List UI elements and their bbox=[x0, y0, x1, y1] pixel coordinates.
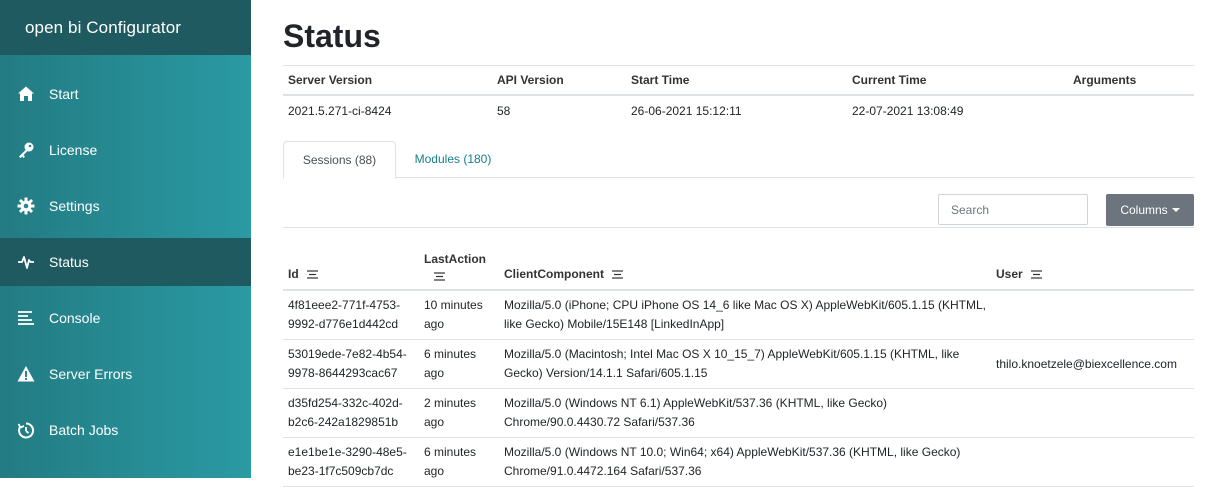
column-header-lastaction: LastAction bbox=[419, 227, 499, 291]
arguments-value bbox=[1068, 95, 1194, 126]
column-header-arguments: Arguments bbox=[1068, 65, 1194, 96]
table-row[interactable]: d35fd254-332c-402d-b2c6-242a1829851b 2 m… bbox=[283, 388, 1194, 438]
sidebar-item-settings[interactable]: Settings bbox=[0, 182, 251, 230]
page-title: Status bbox=[283, 18, 381, 54]
sidebar-item-console[interactable]: Console bbox=[0, 294, 251, 342]
warning-icon bbox=[17, 365, 35, 383]
sidebar-item-label: Batch Jobs bbox=[49, 422, 119, 438]
server-info-header-row: Server Version API Version Start Time Cu… bbox=[283, 65, 1194, 96]
sidebar: open bi Configurator Start License Setti… bbox=[0, 0, 251, 478]
table-row[interactable]: 4f81eee2-771f-4753-9992-d776e1d442cd 10 … bbox=[283, 290, 1194, 340]
column-header-start-time: Start Time bbox=[626, 65, 847, 96]
server-version-value: 2021.5.271-ci-8424 bbox=[288, 104, 392, 118]
start-time-value: 26-06-2021 15:12:11 bbox=[631, 104, 742, 118]
column-header-api-version: API Version bbox=[492, 65, 626, 96]
columns-dropdown-button[interactable]: Columns bbox=[1106, 194, 1194, 226]
sidebar-item-more[interactable] bbox=[0, 462, 251, 478]
session-client-component: Mozilla/5.0 (Windows NT 10.0; Win64; x64… bbox=[499, 437, 991, 487]
column-header-user: User bbox=[991, 227, 1194, 291]
session-client-component: Mozilla/5.0 (Windows NT 6.1) AppleWebKit… bbox=[499, 388, 991, 438]
column-header-label: ClientComponent bbox=[504, 267, 604, 281]
column-menu-icon[interactable] bbox=[434, 272, 445, 281]
session-client-component: Mozilla/5.0 (iPhone; CPU iPhone OS 14_6 … bbox=[499, 290, 991, 340]
session-user bbox=[991, 388, 1194, 438]
column-header-current-time: Current Time bbox=[847, 65, 1068, 96]
app-title: open bi Configurator bbox=[0, 0, 251, 55]
api-version-value: 58 bbox=[497, 104, 511, 118]
sidebar-item-batch-jobs[interactable]: Batch Jobs bbox=[0, 406, 251, 454]
session-id: e1e1be1e-3290-48e5-be23-1f7c509cb7dc bbox=[283, 437, 419, 487]
sidebar-item-label: Server Errors bbox=[49, 366, 133, 382]
column-header-label: LastAction bbox=[424, 252, 487, 266]
session-last-action: 10 minutes ago bbox=[419, 290, 499, 340]
session-last-action: 6 minutes ago bbox=[419, 437, 499, 487]
session-client-component: Mozilla/5.0 (Macintosh; Intel Mac OS X 1… bbox=[499, 339, 991, 389]
caret-down-icon bbox=[1171, 208, 1180, 212]
sidebar-item-label: Console bbox=[49, 310, 101, 326]
column-header-server-version: Server Version bbox=[283, 65, 492, 96]
tab-bar: Sessions (88) Modules (180) bbox=[283, 141, 1194, 179]
column-header-clientcomponent: ClientComponent bbox=[499, 227, 991, 291]
main-content: Status Server Version API Version Start … bbox=[251, 0, 1213, 487]
sidebar-item-server-errors[interactable]: Server Errors bbox=[0, 350, 251, 398]
session-last-action: 6 minutes ago bbox=[419, 339, 499, 389]
columns-button-label: Columns bbox=[1120, 203, 1168, 217]
table-row[interactable]: e1e1be1e-3290-48e5-be23-1f7c509cb7dc 6 m… bbox=[283, 437, 1194, 487]
server-info-table: Server Version API Version Start Time Cu… bbox=[283, 65, 1194, 126]
sidebar-item-license[interactable]: License bbox=[0, 126, 251, 174]
column-menu-icon[interactable] bbox=[612, 270, 623, 279]
session-id: d35fd254-332c-402d-b2c6-242a1829851b bbox=[283, 388, 419, 438]
sidebar-item-label: Status bbox=[49, 254, 89, 270]
sidebar-item-label: Start bbox=[49, 86, 79, 102]
session-user bbox=[991, 290, 1194, 340]
home-icon bbox=[17, 85, 35, 103]
session-id: 4f81eee2-771f-4753-9992-d776e1d442cd bbox=[283, 290, 419, 340]
sessions-header-row: Id LastAction ClientComponent User bbox=[283, 227, 1194, 291]
tab-modules[interactable]: Modules (180) bbox=[396, 141, 510, 177]
session-last-action: 2 minutes ago bbox=[419, 388, 499, 438]
search-input[interactable] bbox=[938, 194, 1088, 225]
current-time-value: 22-07-2021 13:08:49 bbox=[852, 104, 964, 118]
sidebar-item-start[interactable]: Start bbox=[0, 70, 251, 118]
gear-icon bbox=[17, 197, 35, 215]
server-info-row: 2021.5.271-ci-8424 58 26-06-2021 15:12:1… bbox=[283, 95, 1194, 126]
session-id: 53019ede-7e82-4b54-9978-8644293cac67 bbox=[283, 339, 419, 389]
sidebar-item-status[interactable]: Status bbox=[0, 238, 251, 286]
session-user: thilo.knoetzele@biexcellence.com bbox=[991, 339, 1194, 389]
pulse-icon bbox=[17, 253, 35, 271]
sidebar-item-label: License bbox=[49, 142, 98, 158]
column-menu-icon[interactable] bbox=[306, 270, 318, 279]
table-row[interactable]: 53019ede-7e82-4b54-9978-8644293cac67 6 m… bbox=[283, 339, 1194, 389]
column-header-id: Id bbox=[283, 227, 419, 291]
tab-sessions[interactable]: Sessions (88) bbox=[283, 141, 396, 179]
sidebar-item-label: Settings bbox=[49, 198, 100, 214]
column-header-label: User bbox=[996, 267, 1023, 281]
sessions-table: Id LastAction ClientComponent User 4f81e… bbox=[283, 227, 1194, 487]
key-icon bbox=[17, 141, 35, 159]
console-icon bbox=[17, 309, 35, 327]
column-menu-icon[interactable] bbox=[1030, 270, 1042, 279]
column-header-label: Id bbox=[288, 267, 299, 281]
timer-icon bbox=[17, 421, 35, 439]
session-user bbox=[991, 437, 1194, 487]
